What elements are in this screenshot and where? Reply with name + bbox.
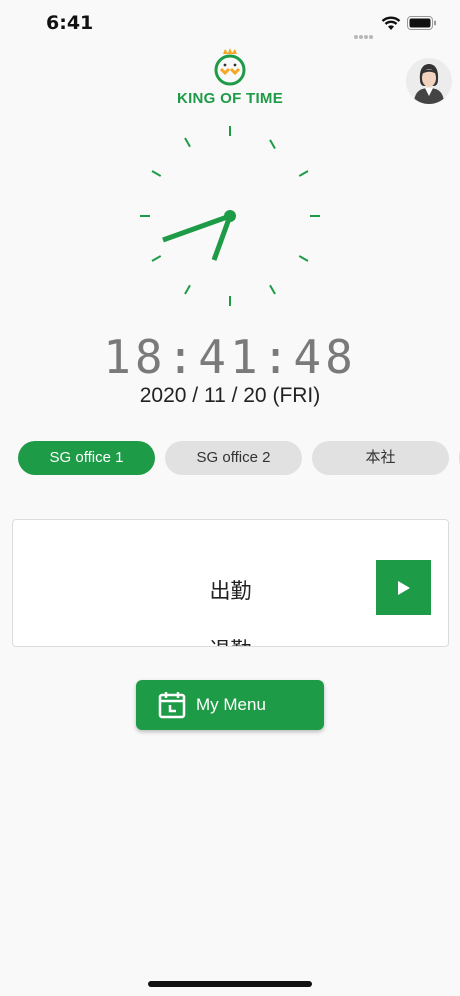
logo-mark-icon [214,48,246,86]
status-bar: 6:41 [0,0,460,50]
digital-time: 18:41:48 [103,330,357,384]
punch-submit-button[interactable] [376,560,431,615]
office-tab-honsha[interactable]: 本社 [312,441,449,475]
user-avatar[interactable] [406,58,452,104]
office-tab-sg-office-2[interactable]: SG office 2 [165,441,302,475]
person-icon [406,58,452,104]
punch-option-clock-out[interactable]: 退勤 [13,634,448,646]
battery-icon [407,16,436,30]
play-icon [397,580,410,595]
clock-center [224,210,236,222]
calendar-clock-icon [158,692,186,719]
my-menu-button[interactable]: My Menu [136,680,324,730]
analog-clock [140,126,320,306]
logo-text: KING OF TIME [176,90,284,107]
my-menu-label: My Menu [196,695,266,714]
punch-selector[interactable]: 出勤 退勤 [12,519,449,647]
date-label: 2020 / 11 / 20 (FRI) [139,384,321,407]
home-indicator[interactable] [148,981,312,987]
app-logo: KING OF TIME [166,48,294,110]
signal-dots-icon [354,24,374,39]
status-time: 6:41 [46,12,94,34]
office-tabs: SG office 1 SG office 2 本社 [18,441,460,477]
office-tab-sg-office-1[interactable]: SG office 1 [18,441,155,475]
wifi-icon [381,16,401,30]
